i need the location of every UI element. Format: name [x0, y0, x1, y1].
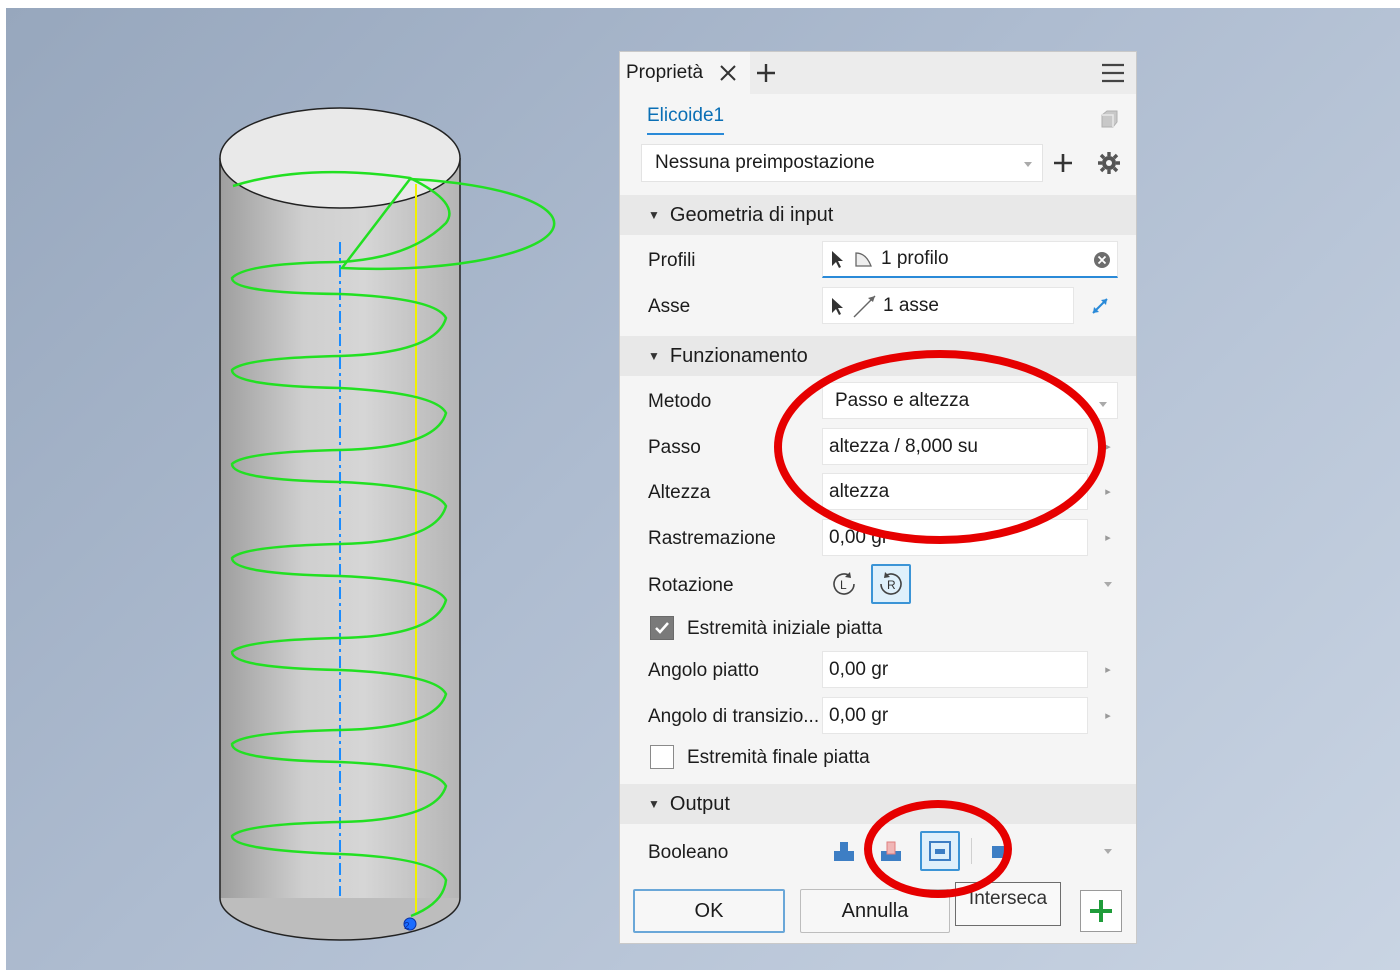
taper-label: Rastremazione [648, 528, 776, 549]
select-arrow-icon [832, 297, 843, 315]
cut-icon[interactable] [871, 831, 911, 871]
rotation-dropdown-arrow[interactable] [1098, 566, 1118, 603]
transition-angle-value: 0,00 gr [829, 704, 889, 726]
pitch-label: Passo [648, 437, 701, 458]
collapse-triangle-icon: ▼ [648, 208, 660, 222]
clear-selection-icon[interactable] [1093, 251, 1111, 275]
section-title: Output [669, 792, 730, 815]
chevron-down-icon [1022, 155, 1034, 177]
collapse-triangle-icon: ▼ [648, 349, 660, 363]
flat-start-label: Estremità iniziale piatta [687, 618, 883, 639]
plus-icon[interactable] [754, 61, 778, 85]
properties-panel: Proprietà Elicoide1 Nessuna preimpostazi… [619, 51, 1137, 944]
axis-value: 1 asse [883, 294, 939, 316]
svg-text:R: R [887, 578, 896, 592]
pitch-value: altezza / 8,000 su [829, 435, 978, 457]
transition-angle-input[interactable]: 0,00 gr [822, 697, 1088, 734]
flat-start-checkbox[interactable] [650, 616, 674, 640]
flat-angle-input[interactable]: 0,00 gr [822, 651, 1088, 688]
section-input-geometry[interactable]: ▼ Geometria di input [620, 195, 1136, 235]
cylinder-top-face[interactable] [219, 107, 461, 209]
transition-angle-label: Angolo di transizio... [648, 706, 820, 727]
intersect-tooltip: Interseca [955, 882, 1061, 926]
flat-angle-value: 0,00 gr [829, 658, 889, 680]
taper-flyout-arrow[interactable]: ▸ [1098, 519, 1118, 556]
transition-angle-flyout-arrow[interactable]: ▸ [1098, 697, 1118, 734]
cancel-button[interactable]: Annulla [800, 889, 950, 933]
feature-name-tab[interactable]: Elicoide1 [647, 105, 725, 135]
section-behavior[interactable]: ▼ Funzionamento [620, 336, 1136, 376]
section-title: Funzionamento [669, 344, 808, 367]
intersect-icon[interactable] [920, 831, 960, 871]
ok-button[interactable]: OK [633, 889, 785, 933]
profiles-value: 1 profilo [881, 248, 949, 269]
join-icon[interactable] [824, 831, 864, 871]
gear-icon[interactable] [1096, 150, 1122, 176]
collapse-triangle-icon: ▼ [648, 797, 660, 811]
axis-icon [853, 295, 876, 317]
flat-end-checkbox[interactable] [650, 745, 674, 769]
apply-plus-button[interactable] [1080, 890, 1122, 932]
svg-text:2: 2 [404, 921, 410, 932]
add-preset-plus-icon[interactable] [1050, 150, 1076, 176]
new-solid-icon[interactable] [980, 831, 1020, 871]
svg-text:L: L [840, 578, 847, 592]
flat-angle-label: Angolo piatto [648, 660, 759, 681]
pitch-input[interactable]: altezza / 8,000 su [822, 428, 1088, 465]
profile-icon [855, 252, 872, 267]
height-flyout-arrow[interactable]: ▸ [1098, 473, 1118, 510]
close-icon[interactable] [716, 61, 740, 85]
flat-angle-flyout-arrow[interactable]: ▸ [1098, 651, 1118, 688]
height-value: altezza [829, 480, 890, 502]
taper-value: 0,00 gr [829, 526, 889, 548]
method-value: Passo e altezza [835, 389, 970, 411]
select-arrow-icon [832, 251, 843, 268]
checkmark-icon [655, 622, 669, 634]
profiles-selector[interactable]: 1 profilo [822, 241, 1118, 278]
profiles-label: Profili [648, 250, 696, 271]
method-dropdown[interactable]: Passo e altezza [822, 382, 1118, 419]
flat-end-label: Estremità finale piatta [687, 747, 870, 768]
height-label: Altezza [648, 482, 711, 503]
panel-tabbar: Proprietà [620, 52, 1136, 94]
hamburger-menu-icon[interactable] [1100, 61, 1126, 85]
plus-icon [1090, 900, 1112, 922]
taper-input[interactable]: 0,00 gr [822, 519, 1088, 556]
counterclockwise-rotation-icon[interactable]: R [871, 564, 911, 604]
preset-dropdown[interactable]: Nessuna preimpostazione [641, 144, 1043, 182]
boolean-dropdown-arrow[interactable] [1098, 833, 1118, 870]
section-title: Geometria di input [669, 203, 834, 226]
tab-label: Proprietà [626, 62, 704, 83]
boolean-label: Booleano [648, 842, 729, 863]
method-label: Metodo [648, 391, 712, 412]
chevron-down-icon [1097, 395, 1109, 417]
section-output[interactable]: ▼ Output [620, 784, 1136, 824]
height-input[interactable]: altezza [822, 473, 1088, 510]
axis-label: Asse [648, 296, 691, 317]
axis-selector[interactable]: 1 asse [822, 287, 1074, 324]
toolbar-divider [971, 838, 972, 864]
cube-icon[interactable] [1098, 108, 1120, 130]
clockwise-rotation-icon[interactable]: L [824, 564, 864, 604]
rotation-label: Rotazione [648, 575, 734, 596]
preset-value: Nessuna preimpostazione [655, 152, 875, 173]
pitch-flyout-arrow[interactable]: ▸ [1098, 428, 1118, 465]
flip-axis-icon[interactable] [1088, 294, 1112, 318]
